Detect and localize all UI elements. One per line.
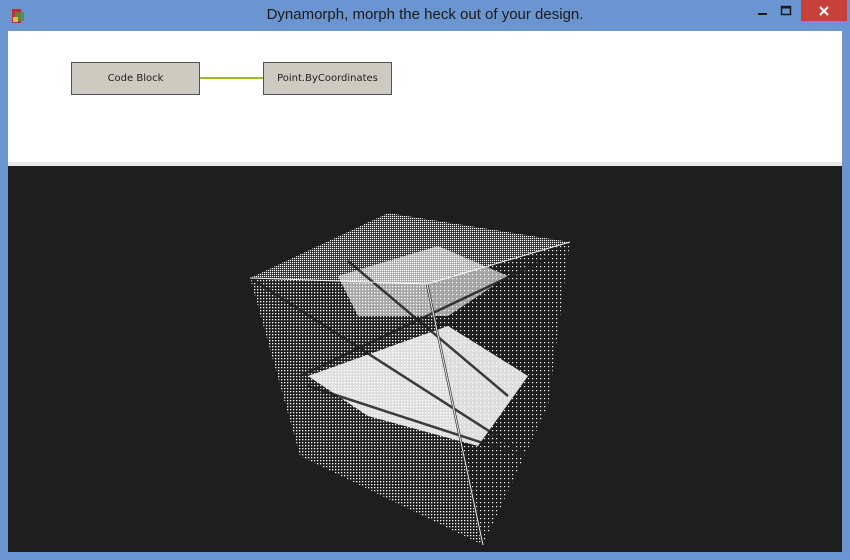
node-label: Code Block [107,73,164,84]
window-title: Dynamorph, morph the heck out of your de… [266,6,584,23]
3d-viewport[interactable] [8,166,842,552]
maximize-icon [780,5,792,15]
close-icon [819,5,829,16]
point-cloud-cube [249,213,571,546]
app-window: Dynamorph, morph the heck out of your de… [0,0,850,560]
node-connector[interactable] [200,77,263,79]
close-button[interactable] [801,0,847,21]
node-point-by-coordinates[interactable]: Point.ByCoordinates [263,62,392,95]
minimize-icon [758,12,767,15]
title-bar[interactable]: Dynamorph, morph the heck out of your de… [0,0,850,31]
graph-canvas[interactable]: Code Block Point.ByCoordinates [8,31,842,162]
node-label: Point.ByCoordinates [277,73,378,84]
maximize-button[interactable] [776,0,796,21]
minimize-button[interactable] [750,0,776,21]
node-code-block[interactable]: Code Block [71,62,200,95]
